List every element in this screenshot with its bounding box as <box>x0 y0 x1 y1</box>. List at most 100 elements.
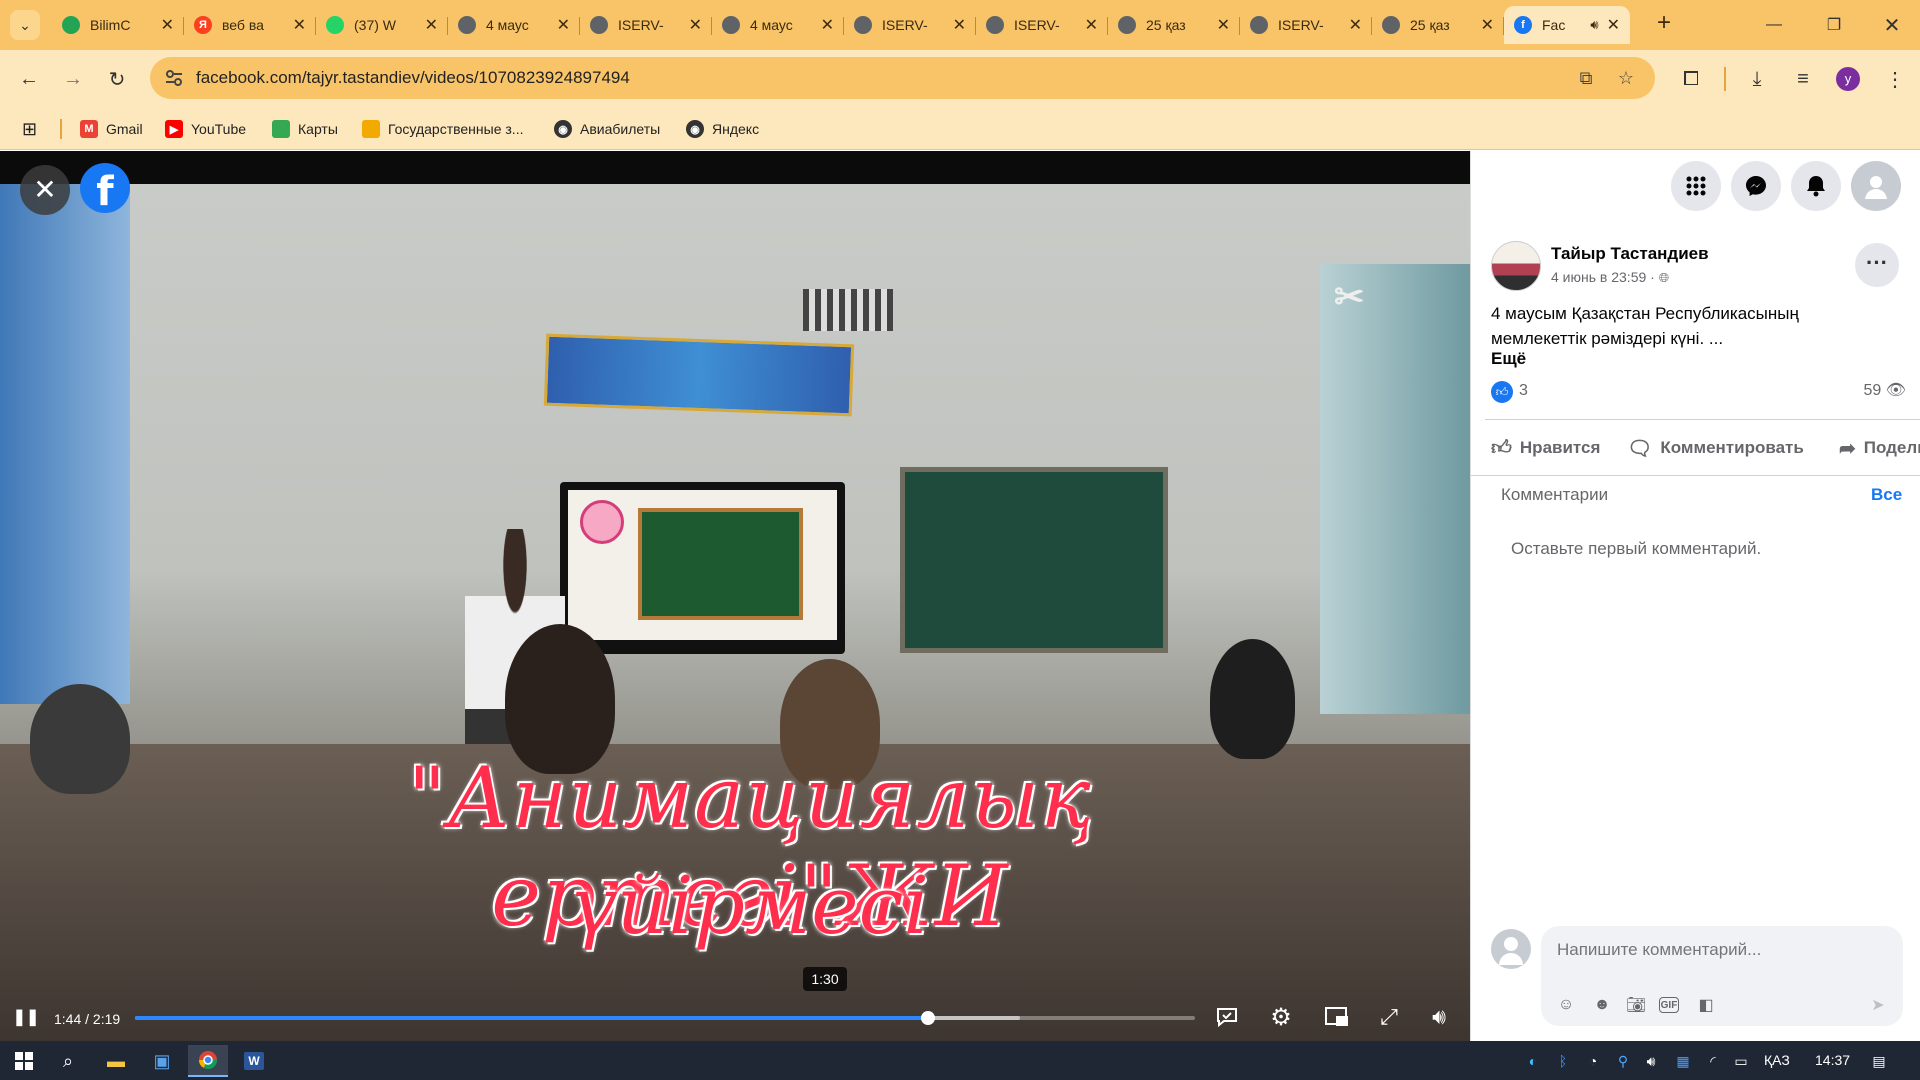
like-count[interactable]: 3 <box>1519 382 1528 400</box>
like-button[interactable]: 👍︎ Нравится <box>1491 431 1600 465</box>
more-options-button[interactable]: ··· <box>1855 243 1899 287</box>
back-button[interactable]: ← <box>14 64 44 94</box>
volume-icon[interactable]: 🔊︎ <box>1422 1003 1456 1031</box>
bookmark-star-icon[interactable]: ☆ <box>1615 67 1637 89</box>
avatar-sticker-icon[interactable]: ☺ <box>1555 994 1577 1016</box>
browser-tab[interactable]: BilimC ✕ <box>52 6 184 44</box>
bookmark-item[interactable]: ◉ Яндекс <box>686 119 759 139</box>
battery-icon[interactable]: ▭ <box>1730 1050 1752 1072</box>
comments-filter-button[interactable]: Все <box>1871 485 1902 505</box>
messenger-icon[interactable] <box>1731 161 1781 211</box>
emoji-icon[interactable]: ☻ <box>1591 994 1613 1016</box>
wifi-icon[interactable]: ◜ <box>1702 1050 1724 1072</box>
apps-grid-icon[interactable]: ⊞ <box>22 119 37 139</box>
menu-grid-icon[interactable] <box>1671 161 1721 211</box>
close-tab-icon[interactable]: ✕ <box>293 15 306 35</box>
browser-tab[interactable]: (37) W ✕ <box>316 6 448 44</box>
language-indicator[interactable]: ҚАЗ <box>1764 1052 1790 1068</box>
seek-bar[interactable] <box>135 1011 1195 1025</box>
minimize-button[interactable]: — <box>1746 0 1802 50</box>
like-reaction-icon[interactable]: 👍︎ <box>1491 381 1513 403</box>
author-name[interactable]: Тайыр Тастандиев <box>1551 244 1709 264</box>
profile-avatar[interactable]: y <box>1836 67 1860 91</box>
browser-tab[interactable]: ISERV- ✕ <box>580 6 712 44</box>
browser-tab[interactable]: 25 қаз ✕ <box>1108 6 1240 44</box>
browser-menu-icon[interactable]: ⋮ <box>1880 64 1910 94</box>
browser-tab[interactable]: ISERV- ✕ <box>976 6 1108 44</box>
forward-button[interactable]: → <box>58 64 88 94</box>
account-avatar[interactable] <box>1851 161 1901 211</box>
notifications-bell-icon[interactable] <box>1791 161 1841 211</box>
browser-tab[interactable]: Явеб ва ✕ <box>184 6 316 44</box>
pause-button[interactable]: ❚❚ <box>13 1003 40 1031</box>
share-button[interactable]: ➦ Поделиться <box>1839 431 1920 465</box>
speedometer-icon[interactable]: ◔ <box>1582 1050 1604 1072</box>
bookmark-item[interactable]: M Gmail <box>80 119 143 139</box>
comment-button[interactable]: 🗨︎ Комментировать <box>1627 431 1804 465</box>
address-bar[interactable]: facebook.com/tajyr.tastandiev/videos/107… <box>150 57 1655 99</box>
close-tab-icon[interactable]: ✕ <box>1217 15 1230 35</box>
start-button[interactable] <box>4 1045 44 1077</box>
close-tab-icon[interactable]: ✕ <box>821 15 834 35</box>
close-tab-icon[interactable]: ✕ <box>425 15 438 35</box>
sticker-icon[interactable]: ◧ <box>1695 994 1717 1016</box>
file-explorer-icon[interactable]: ▬ <box>96 1045 136 1077</box>
author-avatar[interactable] <box>1491 241 1541 291</box>
url-text[interactable]: facebook.com/tajyr.tastandiev/videos/107… <box>196 68 630 88</box>
comment-composer[interactable]: ☺ ☻ 📷︎ GIF ◧ ➤ <box>1541 926 1903 1026</box>
comment-input[interactable] <box>1557 940 1887 960</box>
close-window-button[interactable]: ✕ <box>1864 0 1920 50</box>
post-date[interactable]: 4 июнь в 23:59 · <box>1551 269 1655 285</box>
close-tab-icon[interactable]: ✕ <box>953 15 966 35</box>
browser-tab[interactable]: f Fac 🔊︎ ✕ <box>1504 6 1630 44</box>
site-settings-icon[interactable] <box>164 68 184 88</box>
maximize-button[interactable]: ❐ <box>1806 0 1862 50</box>
volume-tray-icon[interactable]: 🔊︎ <box>1640 1050 1662 1072</box>
clock[interactable]: 14:37 <box>1815 1052 1850 1068</box>
bookmark-item[interactable]: Государственные з... <box>362 119 523 139</box>
install-app-icon[interactable]: ⧉ <box>1575 67 1597 89</box>
browser-tab[interactable]: 25 қаз ✕ <box>1372 6 1504 44</box>
browser-tab[interactable]: 4 маус ✕ <box>448 6 580 44</box>
bluetooth-icon[interactable]: ᛒ <box>1552 1050 1574 1072</box>
settings-gear-icon[interactable]: ⚙ <box>1266 1003 1296 1031</box>
audio-playing-icon[interactable]: 🔊︎ <box>1590 17 1598 33</box>
gif-icon[interactable]: GIF <box>1659 997 1679 1013</box>
edge-tray-icon[interactable]: ◐ <box>1522 1050 1544 1072</box>
browser-tab[interactable]: ISERV- ✕ <box>844 6 976 44</box>
seek-handle[interactable] <box>920 1011 935 1025</box>
location-icon[interactable]: ⚲ <box>1612 1050 1634 1072</box>
new-tab-button[interactable]: + <box>1650 10 1678 38</box>
bookmark-item[interactable]: ◉ Авиабилеты <box>554 119 660 139</box>
search-icon[interactable]: ⌕ <box>48 1045 88 1077</box>
close-tab-icon[interactable]: ✕ <box>1085 15 1098 35</box>
camera-icon[interactable]: 📷︎ <box>1625 994 1647 1016</box>
see-more-link[interactable]: Ещё <box>1491 349 1526 369</box>
my-avatar[interactable] <box>1491 929 1531 969</box>
chrome-icon[interactable] <box>188 1045 228 1077</box>
captions-icon[interactable] <box>1212 1003 1242 1031</box>
app-window-icon[interactable]: ▣ <box>142 1045 182 1077</box>
browser-tab[interactable]: 4 маус ✕ <box>712 6 844 44</box>
browser-tab[interactable]: ISERV- ✕ <box>1240 6 1372 44</box>
picture-in-picture-icon[interactable] <box>1320 1003 1354 1031</box>
facebook-logo[interactable]: f <box>80 163 130 215</box>
close-video-button[interactable]: ✕ <box>20 165 70 215</box>
bookmark-item[interactable]: Карты <box>272 119 338 139</box>
downloads-icon[interactable]: ⤓ <box>1742 64 1772 94</box>
reload-button[interactable]: ↻ <box>102 64 132 94</box>
video-player[interactable]: ✂ "Анимациялық ертегі"ЖИ үйірмесі ✕ f 1:… <box>0 151 1470 1041</box>
close-tab-icon[interactable]: ✕ <box>557 15 570 35</box>
tab-search-button[interactable]: ⌄ <box>10 10 40 40</box>
word-icon[interactable]: W <box>234 1045 274 1077</box>
close-tab-icon[interactable]: ✕ <box>1481 15 1494 35</box>
close-tab-icon[interactable]: ✕ <box>689 15 702 35</box>
display-icon[interactable]: ▦ <box>1672 1050 1694 1072</box>
close-tab-icon[interactable]: ✕ <box>1349 15 1362 35</box>
notification-center-icon[interactable]: ▤ <box>1868 1050 1890 1072</box>
media-controls-icon[interactable]: ≡ <box>1788 64 1818 94</box>
close-tab-icon[interactable]: ✕ <box>1607 15 1620 35</box>
send-icon[interactable]: ➤ <box>1867 994 1889 1016</box>
bookmark-item[interactable]: ▶ YouTube <box>165 119 246 139</box>
video-frame[interactable]: ✂ "Анимациялық ертегі"ЖИ үйірмесі <box>0 184 1470 1041</box>
